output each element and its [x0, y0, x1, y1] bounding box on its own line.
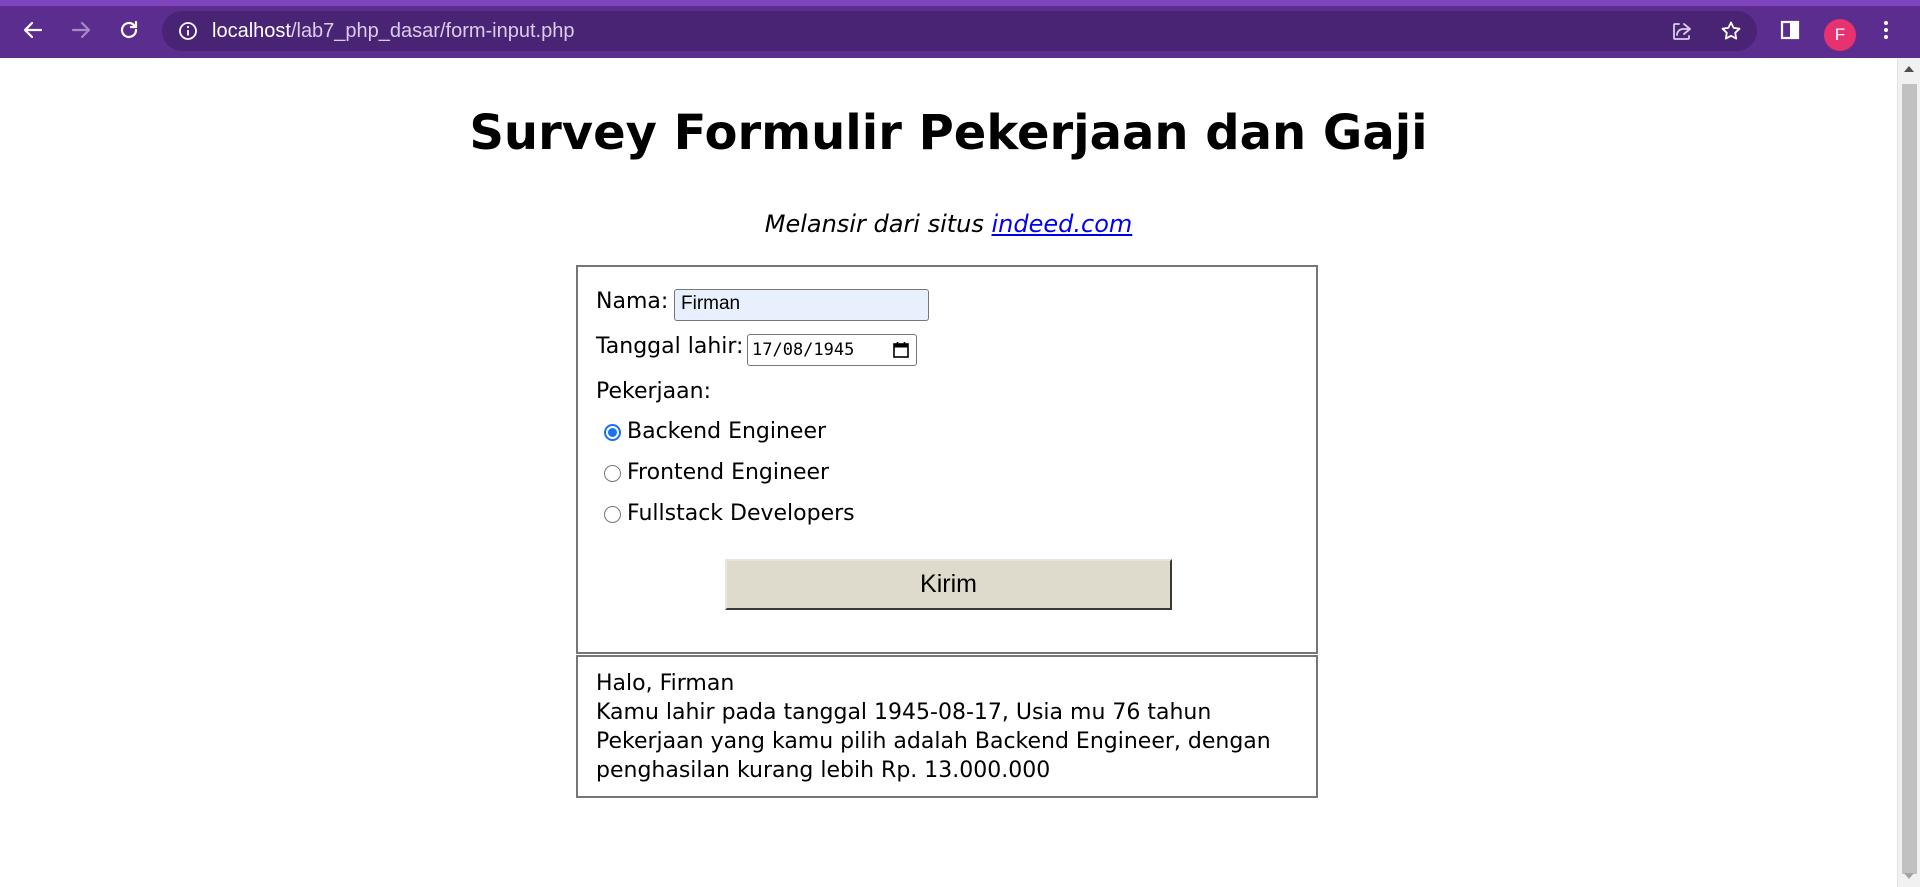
nama-label: Nama:: [596, 289, 669, 314]
reload-button[interactable]: [109, 10, 149, 50]
arrow-right-icon: [71, 21, 91, 39]
result-birth-age: Kamu lahir pada tanggal 1945-08-17, Usia…: [596, 700, 1212, 725]
tanggal-lahir-input[interactable]: 17/08/1945: [747, 334, 917, 366]
nama-input[interactable]: Firman: [674, 289, 929, 321]
option-label: Frontend Engineer: [627, 460, 830, 485]
side-panel-button[interactable]: [1770, 10, 1810, 50]
radio-backend-engineer[interactable]: [604, 424, 621, 441]
scroll-down-arrow-icon[interactable]: [1904, 873, 1914, 879]
radio-fullstack-developers[interactable]: [604, 506, 621, 523]
info-icon[interactable]: [178, 21, 198, 41]
option-label: Backend Engineer: [627, 419, 827, 444]
radio-frontend-engineer[interactable]: [604, 465, 621, 482]
share-icon[interactable]: [1670, 19, 1694, 43]
more-vertical-icon: [1884, 21, 1888, 39]
vertical-scrollbar[interactable]: [1897, 58, 1920, 887]
page-title: Survey Formulir Pekerjaan dan Gaji: [469, 105, 1428, 161]
browser-toolbar: localhost/lab7_php_dasar/form-input.php …: [0, 0, 1920, 58]
forward-button[interactable]: [61, 10, 101, 50]
indeed-link[interactable]: indeed.com: [992, 210, 1133, 238]
survey-form: Nama: Firman Tanggal lahir: 17/08/1945 P…: [576, 265, 1318, 654]
page-subtitle: Melansir dari situs indeed.com: [764, 210, 1133, 238]
bookmark-star-icon[interactable]: [1719, 19, 1743, 43]
tanggal-lahir-label: Tanggal lahir:: [596, 334, 744, 359]
back-button[interactable]: [13, 10, 53, 50]
calendar-icon[interactable]: [892, 341, 910, 359]
address-bar[interactable]: localhost/lab7_php_dasar/form-input.php: [162, 11, 1757, 51]
url-text: localhost/lab7_php_dasar/form-input.php: [212, 20, 575, 42]
scroll-up-arrow-icon[interactable]: [1904, 66, 1914, 72]
scrollbar-thumb[interactable]: [1902, 84, 1917, 874]
result-job: Pekerjaan yang kamu pilih adalah Backend…: [596, 729, 1271, 754]
kirim-button[interactable]: Kirim: [725, 559, 1172, 610]
result-panel: Halo, Firman Kamu lahir pada tanggal 194…: [576, 655, 1318, 798]
side-panel-icon: [1780, 20, 1800, 40]
result-greeting: Halo, Firman: [596, 671, 735, 696]
page-content: Survey Formulir Pekerjaan dan Gaji Melan…: [0, 58, 1897, 887]
reload-icon: [120, 20, 138, 39]
result-salary: penghasilan kurang lebih Rp. 13.000.000: [596, 758, 1051, 783]
option-label: Fullstack Developers: [627, 501, 855, 526]
arrow-left-icon: [23, 21, 43, 39]
tanggal-lahir-value: 17/08/1945: [752, 340, 855, 360]
pekerjaan-label: Pekerjaan:: [596, 379, 711, 404]
profile-avatar[interactable]: F: [1824, 19, 1856, 51]
menu-button[interactable]: [1866, 10, 1906, 50]
